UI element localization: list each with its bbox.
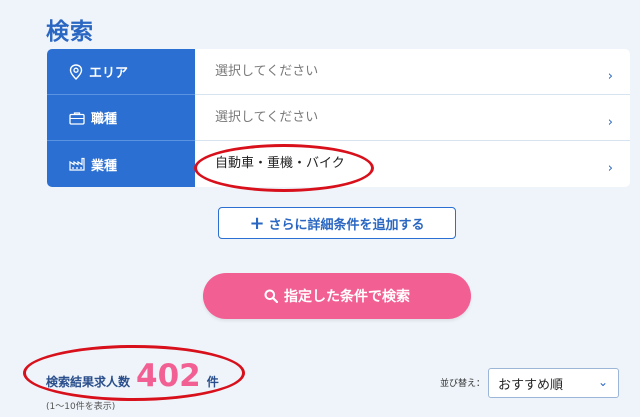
filter-label-industry: 業種	[47, 141, 195, 187]
search-icon	[264, 289, 278, 303]
filter-value-industry: 自動車・重機・バイク	[215, 156, 345, 171]
filter-label-text: 業種	[91, 158, 118, 174]
filter-label-job-type: 職種	[47, 95, 195, 141]
page-title: 検索	[46, 19, 94, 45]
filter-label-text: エリア	[89, 66, 129, 81]
chevron-right-icon: ›	[607, 115, 613, 130]
sort-selected-value: おすすめ順	[498, 377, 564, 393]
plus-icon: +	[249, 212, 265, 234]
factory-icon	[69, 157, 85, 171]
chevron-right-icon: ›	[607, 161, 613, 176]
filter-label-area: エリア	[47, 49, 195, 95]
filter-value-area: 選択してください	[215, 64, 319, 79]
filter-label-text: 職種	[91, 112, 118, 127]
filter-value-job-type: 選択してください	[215, 110, 319, 125]
filter-row-area[interactable]: エリア 選択してください ›	[47, 49, 630, 95]
briefcase-icon	[69, 111, 85, 125]
add-conditions-label: さらに詳細条件を追加する	[268, 217, 425, 233]
result-count: 402	[136, 358, 201, 394]
chevron-down-icon: ⌄	[597, 375, 608, 389]
chevron-right-icon: ›	[607, 69, 613, 84]
search-button-label: 指定した条件で検索	[284, 289, 410, 305]
location-pin-icon	[69, 63, 83, 80]
filter-row-industry[interactable]: 業種 自動車・重機・バイク ›	[47, 141, 630, 187]
search-filter-panel: エリア 選択してください › 職種 選択してください › 業種 自動車・重機・バ…	[47, 49, 630, 187]
search-button[interactable]: 指定した条件で検索	[203, 273, 471, 319]
sort-label: 並び替え：	[440, 379, 486, 389]
result-label: 検索結果求人数	[46, 375, 131, 389]
add-conditions-button[interactable]: + さらに詳細条件を追加する	[218, 207, 456, 239]
result-range: (1〜10件を表示)	[46, 402, 116, 412]
result-summary: 検索結果求人数 402 件	[46, 358, 219, 394]
result-unit: 件	[206, 375, 219, 389]
filter-row-job-type[interactable]: 職種 選択してください ›	[47, 95, 630, 141]
sort-select[interactable]: おすすめ順 ⌄	[488, 368, 619, 398]
